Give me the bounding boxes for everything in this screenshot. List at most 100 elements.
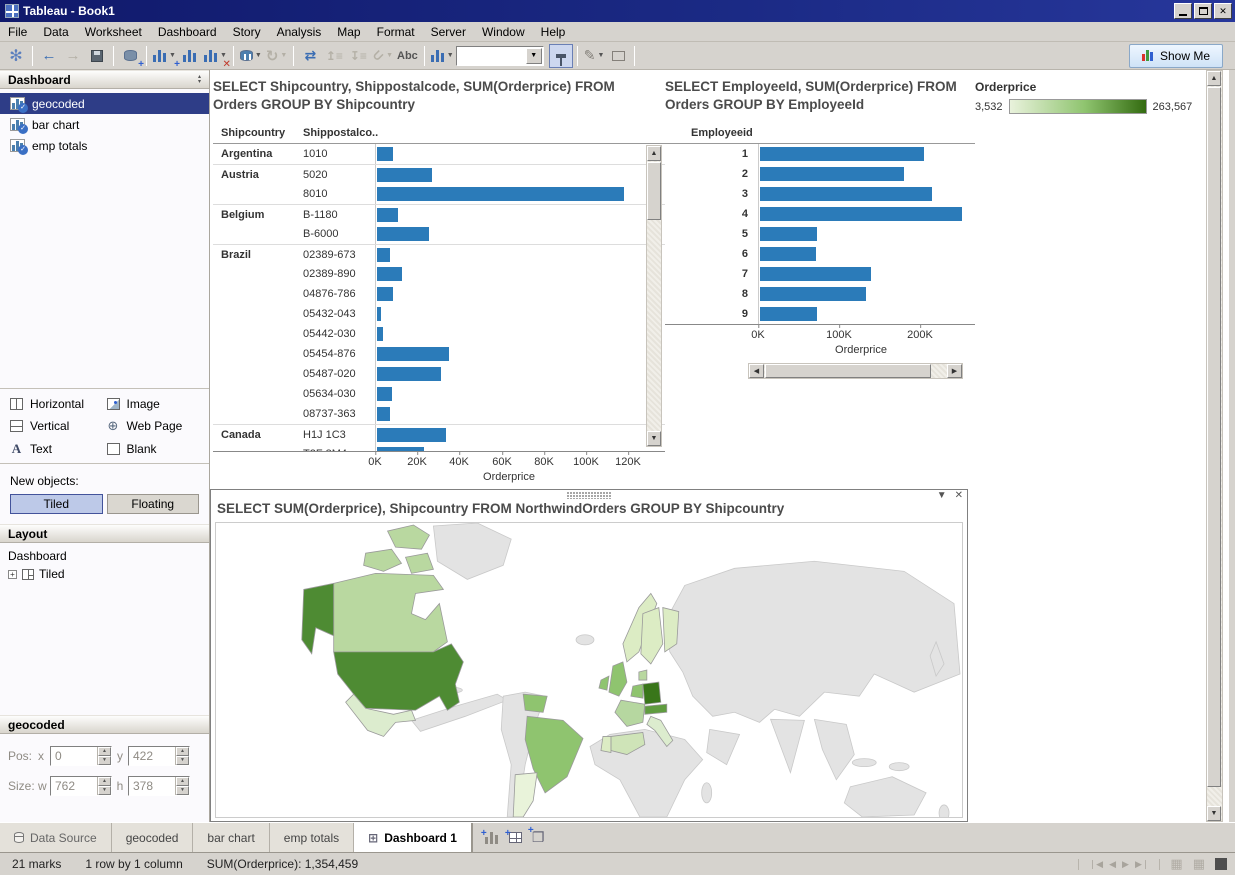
bar[interactable] [377, 327, 383, 341]
tab-emp-totals[interactable]: emp totals [270, 823, 354, 852]
fit-selector-combo[interactable]: ▼ [456, 46, 544, 66]
column-header-employeeid[interactable]: Employeeid [665, 127, 758, 143]
menu-dashboard[interactable]: Dashboard [150, 23, 225, 41]
bar[interactable] [377, 227, 429, 241]
bar[interactable] [377, 208, 398, 222]
menu-server[interactable]: Server [423, 23, 474, 41]
world-map[interactable] [215, 522, 963, 818]
show-mark-labels-button[interactable]: Abc [395, 44, 420, 68]
menu-help[interactable]: Help [533, 23, 574, 41]
scroll-up-icon[interactable]: ▲ [647, 146, 661, 161]
bar[interactable] [760, 227, 817, 241]
object-image[interactable]: Image [107, 397, 204, 411]
layout-panel-header[interactable]: Layout [0, 524, 209, 543]
sidebar-item-bar-chart[interactable]: bar chart [0, 114, 209, 135]
new-data-source-button[interactable]: + [118, 44, 142, 68]
undo-button[interactable]: ← [37, 44, 61, 68]
tiled-button[interactable]: Tiled [10, 494, 103, 514]
bar[interactable] [760, 187, 932, 201]
bar[interactable] [377, 287, 393, 301]
tab-dashboard-1[interactable]: ⊞ Dashboard 1 [354, 823, 473, 852]
employee-chart-scrollbar[interactable]: ◀ ▶ [748, 363, 963, 379]
duplicate-sheet-button[interactable] [178, 44, 202, 68]
scroll-down-icon[interactable]: ▼ [1207, 806, 1221, 821]
bar[interactable] [760, 307, 817, 321]
auto-update-button[interactable]: ▼ [238, 44, 264, 68]
size-h-spinner[interactable]: 378▲▼ [128, 776, 190, 796]
object-vertical[interactable]: Vertical [10, 419, 107, 433]
scrollbar-thumb[interactable] [1207, 87, 1221, 787]
bar[interactable] [377, 407, 390, 421]
bar[interactable] [377, 168, 432, 182]
bar[interactable] [377, 387, 392, 401]
show-me-button[interactable]: Show Me [1129, 44, 1223, 68]
object-blank[interactable]: Blank [107, 441, 204, 457]
map-zone-panel[interactable]: ▼ ✕ SELECT SUM(Orderprice), Shipcountry … [210, 489, 968, 822]
tableau-logo-icon[interactable]: ✻ [4, 44, 28, 68]
bar[interactable] [760, 167, 904, 181]
canvas-vertical-scrollbar[interactable]: ▲ ▼ [1206, 70, 1223, 822]
menu-analysis[interactable]: Analysis [269, 23, 330, 41]
menu-format[interactable]: Format [369, 23, 423, 41]
sidebar-item-emp-totals[interactable]: emp totals [0, 135, 209, 156]
fix-axes-pin-button[interactable] [549, 44, 573, 68]
save-button[interactable] [85, 44, 109, 68]
bar[interactable] [377, 347, 449, 361]
presentation-mode-button[interactable] [606, 44, 630, 68]
clear-sheet-button[interactable]: ✕▼ [202, 44, 229, 68]
scroll-up-icon[interactable]: ▲ [1207, 71, 1221, 86]
object-horizontal[interactable]: Horizontal [10, 397, 107, 411]
pos-x-spinner[interactable]: 0▲▼ [50, 746, 112, 766]
menu-window[interactable]: Window [474, 23, 533, 41]
scrollbar-thumb[interactable] [647, 162, 661, 220]
size-w-spinner[interactable]: 762▲▼ [50, 776, 112, 796]
menu-worksheet[interactable]: Worksheet [77, 23, 150, 41]
swap-rows-columns-button[interactable]: ⇄ [298, 44, 322, 68]
scrollbar-thumb[interactable] [765, 364, 931, 378]
layout-root-node[interactable]: Dashboard [8, 549, 201, 563]
menu-file[interactable]: File [0, 23, 35, 41]
highlight-button[interactable]: ✎▼ [582, 44, 607, 68]
bar[interactable] [377, 307, 381, 321]
bar[interactable] [760, 287, 866, 301]
close-button[interactable]: ✕ [1214, 3, 1232, 19]
bar[interactable] [760, 247, 816, 261]
bar[interactable] [377, 248, 390, 262]
new-story-tab-button[interactable]: +❐ [532, 829, 545, 846]
tab-bar-chart[interactable]: bar chart [193, 823, 269, 852]
scroll-left-icon[interactable]: ◀ [749, 364, 764, 378]
show-filmstrip-icon[interactable]: ▦ [1193, 856, 1205, 872]
bar[interactable] [760, 207, 962, 221]
scroll-right-icon[interactable]: ▶ [947, 364, 962, 378]
zone-drag-handle[interactable] [567, 492, 611, 499]
sidebar-item-geocoded[interactable]: geocoded [0, 93, 209, 114]
pos-y-spinner[interactable]: 422▲▼ [128, 746, 190, 766]
bar[interactable] [377, 367, 441, 381]
dashboard-panel-header[interactable]: Dashboard ▴▾ [0, 70, 209, 89]
combo-dropdown-icon[interactable]: ▼ [526, 48, 542, 64]
bar[interactable] [377, 428, 446, 442]
minimize-button[interactable] [1174, 3, 1192, 19]
column-header-shippostalcode[interactable]: Shippostalco.. [295, 127, 375, 143]
bar[interactable] [760, 147, 924, 161]
postal-chart-scrollbar[interactable]: ▲ ▼ [646, 145, 662, 447]
object-web-page[interactable]: ⊕Web Page [107, 419, 204, 433]
menu-data[interactable]: Data [35, 23, 76, 41]
show-tabs-icon[interactable] [1215, 858, 1227, 870]
layout-tiled-node[interactable]: + Tiled [8, 567, 201, 581]
show-sheet-sorter-icon[interactable]: ▦ [1170, 856, 1182, 872]
new-worksheet-button[interactable]: +▼ [151, 44, 178, 68]
menu-story[interactable]: Story [225, 23, 269, 41]
bar[interactable] [377, 267, 402, 281]
expand-icon[interactable]: + [8, 570, 17, 579]
panel-collapse-icon[interactable]: ▴▾ [198, 75, 201, 85]
object-text[interactable]: AText [10, 441, 107, 457]
bar[interactable] [760, 267, 871, 281]
floating-button[interactable]: Floating [107, 494, 200, 514]
color-legend[interactable]: Orderprice 3,532 263,567 [975, 80, 1220, 114]
maximize-button[interactable] [1194, 3, 1212, 19]
menu-map[interactable]: Map [329, 23, 368, 41]
tab-data-source[interactable]: Data Source [0, 823, 112, 852]
bar[interactable] [377, 187, 624, 201]
new-worksheet-tab-button[interactable]: + [485, 832, 499, 844]
